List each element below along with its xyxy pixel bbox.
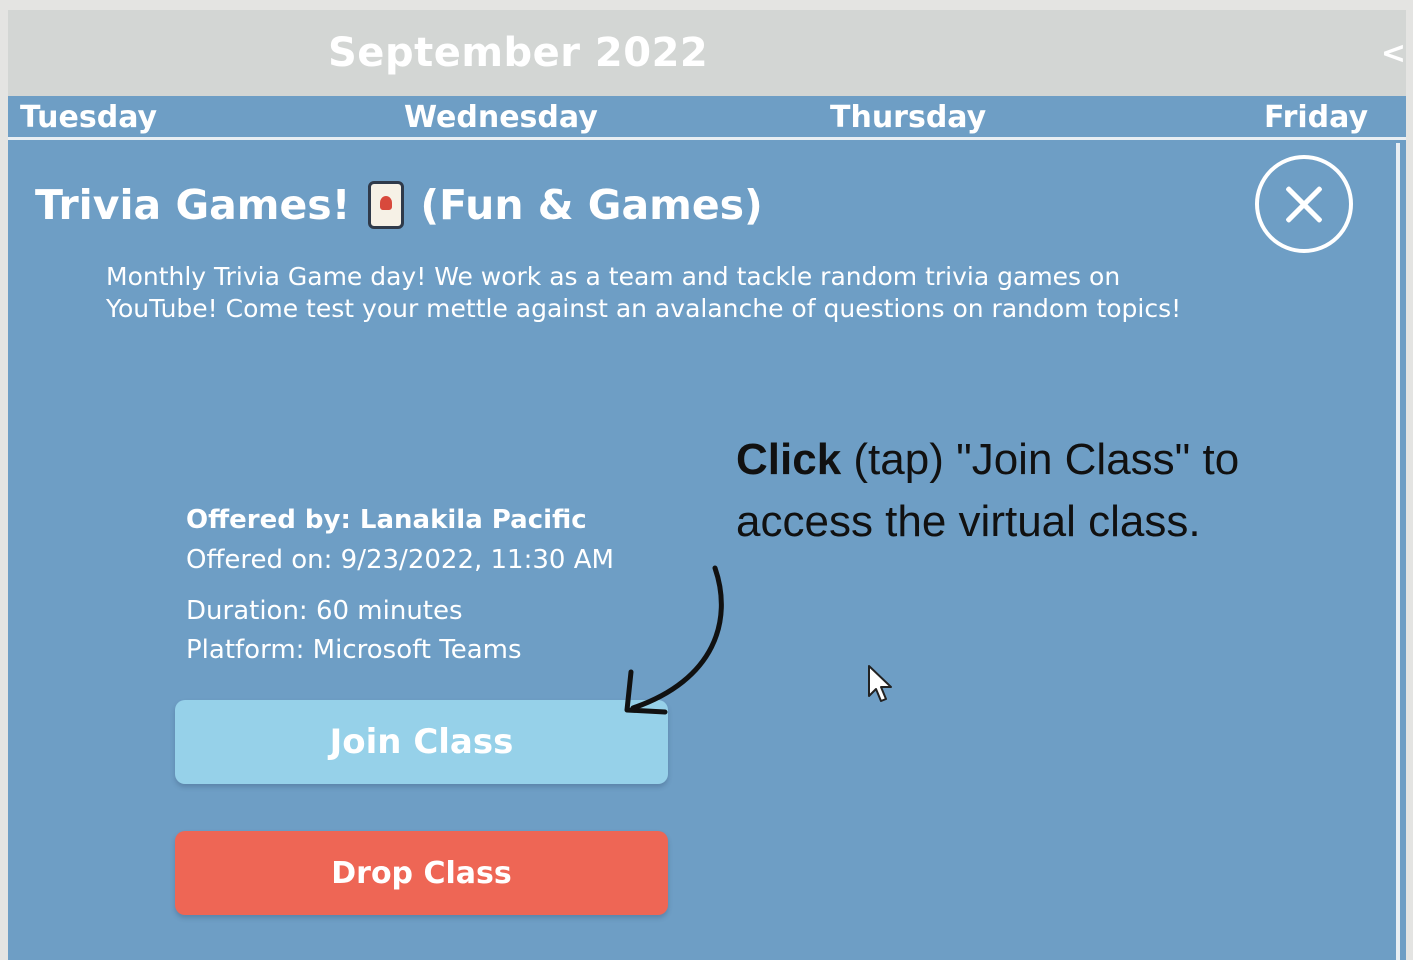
weekday-header-row: Tuesday Wednesday Thursday Friday [8, 96, 1406, 140]
offered-on: Offered on: 9/23/2022, 11:30 AM [186, 545, 614, 575]
platform: Platform: Microsoft Teams [186, 635, 522, 665]
calendar-header: September 2022 < [8, 10, 1406, 96]
event-description: Monthly Trivia Game day! We work as a te… [106, 262, 1182, 323]
event-title-main: Trivia Games! [35, 181, 351, 229]
weekday-thursday: Thursday [830, 100, 987, 135]
month-title: September 2022 [328, 30, 709, 76]
close-icon[interactable] [1255, 155, 1353, 253]
offered-by: Offered by: Lanakila Pacific [186, 505, 587, 535]
curved-arrow-icon [624, 565, 724, 715]
annotation-bold: Click [736, 435, 842, 484]
drop-class-button[interactable]: Drop Class [175, 831, 668, 915]
playing-card-joker-icon [368, 181, 405, 229]
prev-month-icon[interactable]: < [1381, 36, 1406, 71]
join-class-button[interactable]: Join Class [175, 700, 668, 784]
event-title: Trivia Games! (Fun & Games) [35, 181, 763, 229]
duration: Duration: 60 minutes [186, 596, 463, 626]
event-category: (Fun & Games) [420, 181, 763, 229]
mouse-cursor-icon [868, 665, 892, 702]
weekday-tuesday: Tuesday [20, 100, 158, 135]
weekday-friday: Friday [1264, 100, 1369, 135]
tutorial-annotation: Click (tap) "Join Class" to access the v… [736, 429, 1356, 553]
weekday-wednesday: Wednesday [404, 100, 598, 135]
